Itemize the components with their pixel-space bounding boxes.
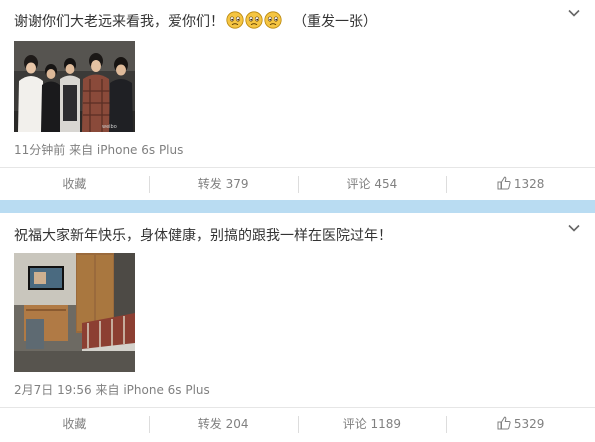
like-button[interactable]: 1328 <box>446 168 595 201</box>
favorite-label: 收藏 <box>62 176 87 191</box>
post-text-body: 祝福大家新年快乐，身体健康，别搞的跟我一样在医院过年！ <box>14 228 392 244</box>
post-photo-hospital[interactable] <box>14 253 135 372</box>
resend-note: （重发一张） <box>293 14 377 30</box>
like-count: 1328 <box>513 176 545 191</box>
chevron-down-icon[interactable] <box>567 221 581 235</box>
thumbs-up-icon <box>497 416 511 429</box>
chevron-down-icon[interactable] <box>567 6 581 20</box>
favorite-button[interactable]: 收藏 <box>0 168 149 201</box>
weibo-post: 祝福大家新年快乐，身体健康，别搞的跟我一样在医院过年！ 2月7日 19:56 来… <box>0 213 595 442</box>
favorite-button[interactable]: 收藏 <box>0 408 149 441</box>
weibo-post: 谢谢你们大老远来看我，爱你们！ （重发一张） weibo 11分钟前 来自 iP… <box>0 0 595 200</box>
repost-button[interactable]: 转发 379 <box>148 168 298 201</box>
favorite-label: 收藏 <box>62 416 87 431</box>
post-photo-group[interactable]: weibo <box>14 41 135 132</box>
post-meta: 11分钟前 来自 iPhone 6s Plus <box>14 141 183 158</box>
sad-face-icon <box>245 11 263 29</box>
repost-label: 转发 204 <box>197 416 249 431</box>
action-bar: 收藏 转发 379 评论 454 1328 <box>0 167 595 200</box>
post-text-body: 谢谢你们大老远来看我，爱你们！ <box>14 14 224 30</box>
emoji-group <box>226 11 283 35</box>
repost-label: 转发 379 <box>197 176 249 191</box>
comment-button[interactable]: 评论 454 <box>297 168 447 201</box>
repost-button[interactable]: 转发 204 <box>148 408 298 441</box>
post-divider <box>0 200 595 213</box>
post-meta: 2月7日 19:56 来自 iPhone 6s Plus <box>14 381 210 398</box>
like-button[interactable]: 5329 <box>446 408 595 441</box>
sad-face-icon <box>226 11 244 29</box>
post-time[interactable]: 2月7日 19:56 <box>14 383 92 397</box>
post-source: 来自 iPhone 6s Plus <box>69 143 184 157</box>
comment-button[interactable]: 评论 1189 <box>297 408 447 441</box>
action-bar: 收藏 转发 204 评论 1189 5329 <box>0 407 595 440</box>
thumbs-up-icon <box>497 176 511 189</box>
post-text: 祝福大家新年快乐，身体健康，别搞的跟我一样在医院过年！ <box>14 226 392 246</box>
post-text: 谢谢你们大老远来看我，爱你们！ （重发一张） <box>14 11 377 35</box>
post-source: 来自 iPhone 6s Plus <box>95 383 210 397</box>
post-time[interactable]: 11分钟前 <box>14 143 65 157</box>
svg-text:weibo: weibo <box>102 124 117 130</box>
sad-face-icon <box>264 11 282 29</box>
like-count: 5329 <box>513 416 545 431</box>
comment-label: 评论 1189 <box>342 416 402 431</box>
comment-label: 评论 454 <box>346 176 398 191</box>
